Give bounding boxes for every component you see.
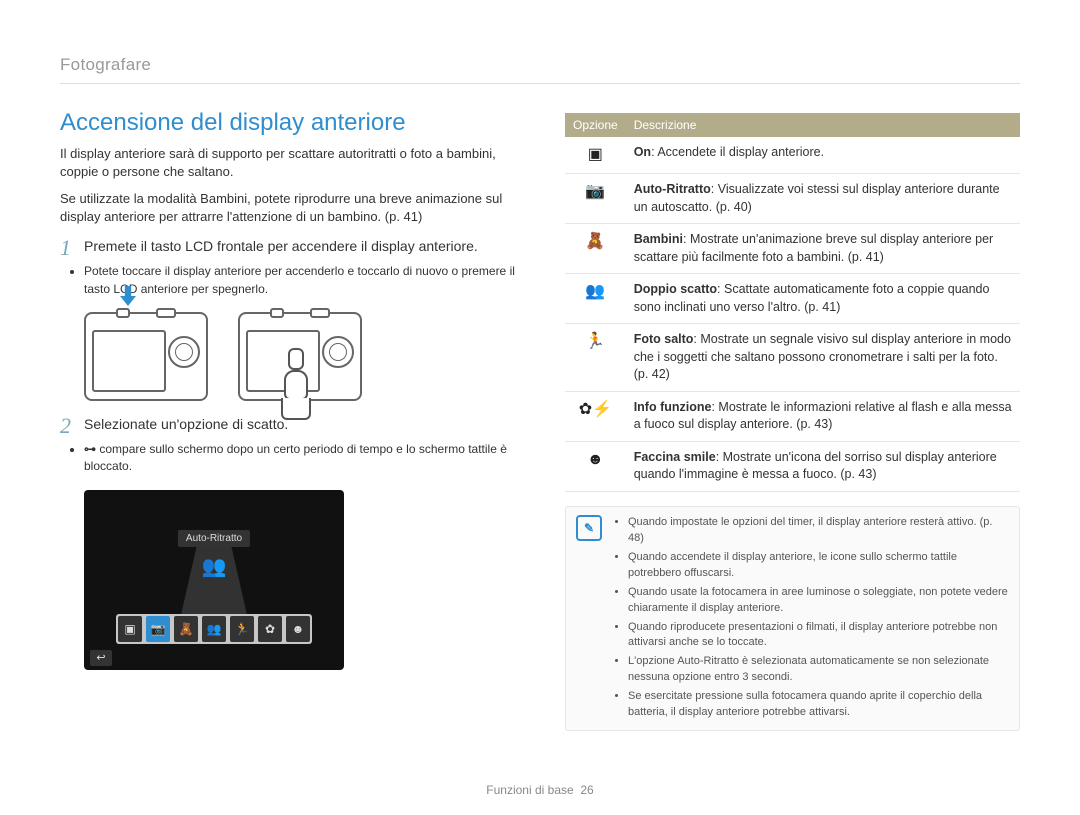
note-item: Se esercitate pressione sulla fotocamera… [628,689,1009,721]
self-portrait-icon: 👥 [194,552,234,582]
camera-shutter-icon [156,308,176,318]
note-item: Quando accendete il display anteriore, l… [628,550,1009,582]
on-icon: ▣ [565,137,626,174]
note-list: Quando impostate le opzioni del timer, i… [612,515,1009,724]
camera-ui-mock: Auto-Ritratto 👥 ▣ 📷 🧸 👥 🏃 ✿ ☻ ↩ [84,490,344,670]
row-desc: Auto-Ritratto: Visualizzate voi stessi s… [626,174,1020,224]
row-desc: Doppio scatto: Scattate automaticamente … [626,274,1020,324]
self-portrait-icon: 📷 [565,174,626,224]
right-column: Opzione Descrizione ▣ On: Accendete il d… [565,109,1020,731]
info-function-icon: ✿⚡ [565,391,626,441]
step-text: Premete il tasto LCD frontale per accend… [84,237,515,259]
note-item: Quando usate la fotocamera in aree lumin… [628,585,1009,617]
left-column: Accensione del display anteriore Il disp… [60,109,515,731]
intro-paragraph-2: Se utilizzate la modalità Bambini, potet… [60,190,515,225]
table-row: ☻ Faccina smile: Mostrate un'icona del s… [565,441,1020,491]
option-children-icon[interactable]: 🧸 [174,616,198,642]
table-row: ▣ On: Accendete il display anteriore. [565,137,1020,174]
lock-key-icon: ⊶ [84,442,96,456]
camera-front-press [84,312,208,401]
table-header-row: Opzione Descrizione [565,113,1020,137]
note-item: Quando riproducete presentazioni o filma… [628,620,1009,652]
row-desc: Faccina smile: Mostrate un'icona del sor… [626,441,1020,491]
smile-icon: ☻ [565,441,626,491]
breadcrumb: Fotografare [60,55,1020,84]
table-row: 🧸 Bambini: Mostrate un'animazione breve … [565,224,1020,274]
col-header-option: Opzione [565,113,626,137]
footer-section-label: Funzioni di base [486,783,573,797]
table-row: 👥 Doppio scatto: Scattate automaticament… [565,274,1020,324]
table-row: 📷 Auto-Ritratto: Visualizzate voi stessi… [565,174,1020,224]
page-footer: Funzioni di base 26 [0,783,1080,797]
camera-shutter-icon [310,308,330,318]
row-desc: Bambini: Mostrate un'animazione breve su… [626,224,1020,274]
table-row: ✿⚡ Info funzione: Mostrate le informazio… [565,391,1020,441]
two-column-layout: Accensione del display anteriore Il disp… [60,109,1020,731]
option-on-icon[interactable]: ▣ [118,616,142,642]
step-1: 1 Premete il tasto LCD frontale per acce… [60,237,515,259]
note-box: ✎ Quando impostate le opzioni del timer,… [565,506,1020,731]
option-strip: ▣ 📷 🧸 👥 🏃 ✿ ☻ [116,614,312,644]
option-info-icon[interactable]: ✿ [258,616,282,642]
page-title: Accensione del display anteriore [60,109,515,137]
camera-lens-icon [168,336,200,368]
couple-icon: 👥 [565,274,626,324]
bullet-item: ⊶ compare sullo schermo dopo un certo pe… [84,441,515,476]
back-button[interactable]: ↩ [90,650,112,666]
footer-page-number: 26 [580,783,593,797]
mode-label: Auto-Ritratto [178,530,250,547]
camera-lens-icon [322,336,354,368]
note-item: Quando impostate le opzioni del timer, i… [628,515,1009,547]
step-2-bullets: ⊶ compare sullo schermo dopo un certo pe… [84,441,515,476]
options-table: Opzione Descrizione ▣ On: Accendete il d… [565,113,1020,492]
row-desc: On: Accendete il display anteriore. [626,137,1020,174]
bullet-item: Potete toccare il display anteriore per … [84,263,515,298]
option-smile-icon[interactable]: ☻ [286,616,310,642]
camera-front-screen-icon [92,330,166,392]
camera-button-icon [116,308,130,318]
step-number: 2 [60,415,76,437]
step-number: 1 [60,237,76,259]
row-desc: Info funzione: Mostrate le informazioni … [626,391,1020,441]
camera-touch [238,312,362,401]
option-couple-icon[interactable]: 👥 [202,616,226,642]
children-icon: 🧸 [565,224,626,274]
step-1-bullets: Potete toccare il display anteriore per … [84,263,515,298]
intro-paragraph-1: Il display anteriore sarà di supporto pe… [60,145,515,180]
option-jump-icon[interactable]: 🏃 [230,616,254,642]
hand-touch-icon [280,354,312,414]
camera-button-icon [270,308,284,318]
col-header-description: Descrizione [626,113,1020,137]
note-item: L'opzione Auto-Ritratto è selezionata au… [628,654,1009,686]
camera-illustrations [84,312,515,401]
option-self-portrait-icon[interactable]: 📷 [146,616,170,642]
bullet-text: compare sullo schermo dopo un certo peri… [84,442,507,473]
note-icon: ✎ [576,515,602,541]
table-row: 🏃 Foto salto: Mostrate un segnale visivo… [565,324,1020,392]
jump-icon: 🏃 [565,324,626,392]
row-desc: Foto salto: Mostrate un segnale visivo s… [626,324,1020,392]
